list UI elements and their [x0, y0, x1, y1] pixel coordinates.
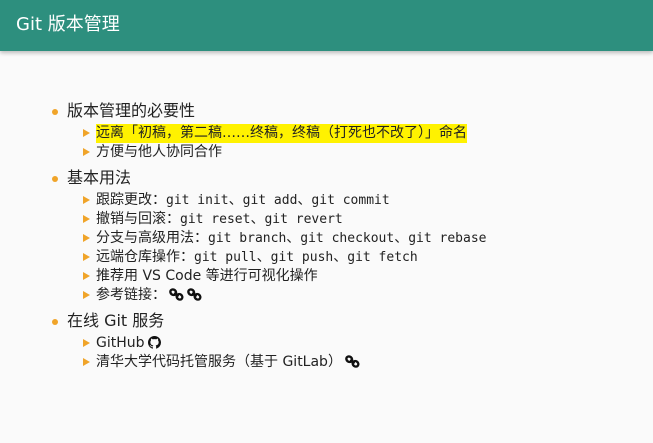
github-link[interactable]: GitHub — [96, 335, 145, 351]
command: git push — [270, 250, 334, 265]
section-2: 基本用法 — [0, 165, 653, 191]
triangle-bullet-icon — [83, 129, 90, 137]
triangle-bullet-icon — [83, 358, 90, 366]
list-item: GitHub — [0, 334, 653, 353]
slide-content: 版本管理的必要性 远离「初稿，第二稿……终稿，终稿（打死也不改了）」命名 方便与… — [0, 98, 653, 372]
command: git reset — [180, 212, 251, 227]
item-text: 远端仓库操作：git pull、git push、git fetch — [96, 248, 418, 267]
highlighted-item-text: 远离「初稿，第二稿……终稿，终稿（打死也不改了）」命名 — [96, 124, 467, 143]
command: git checkout — [300, 231, 395, 246]
item-prefix: 分支与高级用法： — [96, 230, 208, 246]
triangle-bullet-icon — [83, 253, 90, 261]
list-item: 撤销与回滚：git reset、git revert — [0, 210, 653, 229]
separator: 、 — [394, 230, 409, 246]
separator: 、 — [286, 230, 301, 246]
item-text: 撤销与回滚：git reset、git revert — [96, 210, 343, 229]
triangle-bullet-icon — [83, 339, 90, 347]
section-3: 在线 Git 服务 — [0, 308, 653, 334]
github-icon[interactable] — [147, 334, 161, 353]
separator: 、 — [297, 192, 312, 208]
list-item: 推荐用 VS Code 等进行可视化操作 — [0, 267, 653, 286]
command: git pull — [194, 250, 257, 265]
list-item: 远离「初稿，第二稿……终稿，终稿（打死也不改了）」命名 — [0, 124, 653, 143]
item-text: 分支与高级用法：git branch、git checkout、git reba… — [96, 229, 486, 248]
list-item: 分支与高级用法：git branch、git checkout、git reba… — [0, 229, 653, 248]
list-item: 远端仓库操作：git pull、git push、git fetch — [0, 248, 653, 267]
separator: 、 — [256, 249, 271, 265]
section-label: 版本管理的必要性 — [67, 101, 196, 120]
link-icon[interactable] — [187, 286, 202, 305]
section-1: 版本管理的必要性 — [0, 98, 653, 124]
list-item: 参考链接： — [0, 286, 653, 305]
command: git rebase — [408, 231, 487, 246]
separator: 、 — [333, 249, 348, 265]
list-item: 清华大学代码托管服务（基于 GitLab） — [0, 353, 653, 372]
triangle-bullet-icon — [83, 215, 90, 223]
bullet-dot-icon — [52, 176, 58, 182]
command: git fetch — [347, 250, 418, 265]
command: git revert — [264, 212, 343, 227]
section-label: 在线 Git 服务 — [67, 311, 165, 330]
tsinghua-gitlab-link[interactable]: 清华大学代码托管服务（基于 GitLab） — [96, 354, 342, 370]
link-icon[interactable] — [345, 353, 360, 372]
triangle-bullet-icon — [83, 272, 90, 280]
item-text: 清华大学代码托管服务（基于 GitLab） — [96, 353, 360, 372]
triangle-bullet-icon — [83, 148, 90, 156]
triangle-bullet-icon — [83, 196, 90, 204]
item-prefix: 参考链接： — [96, 287, 166, 303]
item-text: 参考链接： — [96, 286, 202, 305]
triangle-bullet-icon — [83, 234, 90, 242]
list-item: 跟踪更改：git init、git add、git commit — [0, 191, 653, 210]
item-text: 跟踪更改：git init、git add、git commit — [96, 191, 390, 210]
item-text: GitHub — [96, 334, 161, 353]
triangle-bullet-icon — [83, 291, 90, 299]
item-prefix: 撤销与回滚： — [96, 211, 180, 227]
slide-header: Git 版本管理 — [0, 0, 653, 51]
slide-title: Git 版本管理 — [16, 14, 120, 35]
command: git init — [166, 193, 229, 208]
separator: 、 — [250, 211, 265, 227]
link-icon[interactable] — [169, 286, 184, 305]
command: git add — [242, 193, 298, 208]
bullet-dot-icon — [52, 319, 58, 325]
item-text: 推荐用 VS Code 等进行可视化操作 — [96, 268, 318, 284]
item-prefix: 跟踪更改： — [96, 192, 166, 208]
bullet-dot-icon — [52, 109, 58, 115]
section-label: 基本用法 — [67, 168, 132, 187]
command: git branch — [208, 231, 287, 246]
separator: 、 — [228, 192, 243, 208]
command: git commit — [311, 193, 390, 208]
item-text: 方便与他人协同合作 — [96, 144, 222, 160]
item-prefix: 远端仓库操作： — [96, 249, 194, 265]
list-item: 方便与他人协同合作 — [0, 143, 653, 162]
